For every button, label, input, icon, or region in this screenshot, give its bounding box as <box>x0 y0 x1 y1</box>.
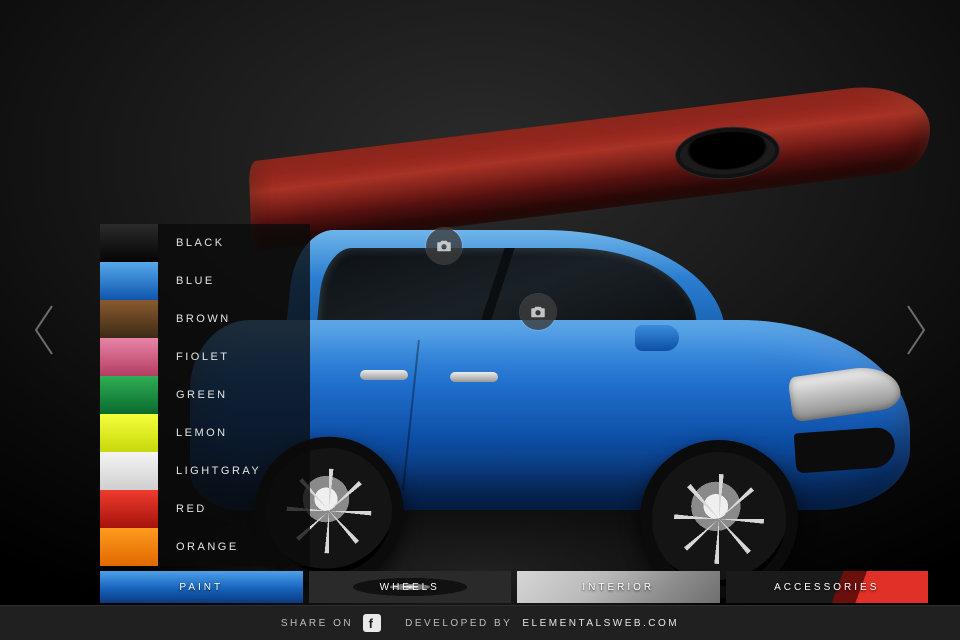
prev-view-button[interactable] <box>26 300 60 360</box>
tab-label: PAINT <box>179 582 223 593</box>
tab-label: INTERIOR <box>582 582 654 593</box>
facebook-share-button[interactable]: f <box>363 614 381 632</box>
color-option-lightgray[interactable]: LIGHTGRAY <box>100 452 310 490</box>
color-option-brown[interactable]: BROWN <box>100 300 310 338</box>
color-swatch <box>100 376 158 414</box>
camera-icon <box>435 237 453 255</box>
color-label: ORANGE <box>158 528 310 566</box>
camera-icon <box>529 303 547 321</box>
tab-paint[interactable]: PAINT <box>100 571 303 603</box>
color-label: GREEN <box>158 376 310 414</box>
kayak-accessory <box>250 120 930 210</box>
color-option-red[interactable]: RED <box>100 490 310 528</box>
color-option-black[interactable]: BLACK <box>100 224 310 262</box>
color-label: BROWN <box>158 300 310 338</box>
color-option-lemon[interactable]: LEMON <box>100 414 310 452</box>
color-swatch <box>100 224 158 262</box>
share-label: SHARE ON <box>281 618 353 629</box>
color-swatch <box>100 414 158 452</box>
developed-by-label: DEVELOPED BY <box>405 618 512 629</box>
color-option-fiolet[interactable]: FIOLET <box>100 338 310 376</box>
color-option-green[interactable]: GREEN <box>100 376 310 414</box>
color-label: BLACK <box>158 224 310 262</box>
color-label: RED <box>158 490 310 528</box>
configurator-tab-strip: PAINT WHEELS INTERIOR ACCESSORIES <box>100 571 928 603</box>
developer-link[interactable]: ELEMENTALSWEB.COM <box>522 618 679 629</box>
tab-wheels[interactable]: WHEELS <box>309 571 512 603</box>
next-view-button[interactable] <box>900 300 934 360</box>
color-swatch <box>100 452 158 490</box>
color-swatch <box>100 490 158 528</box>
color-label: BLUE <box>158 262 310 300</box>
camera-hotspot-2[interactable] <box>520 294 556 330</box>
color-label: FIOLET <box>158 338 310 376</box>
color-swatch <box>100 528 158 566</box>
tab-label: WHEELS <box>380 582 440 593</box>
color-swatch <box>100 300 158 338</box>
tab-accessories[interactable]: ACCESSORIES <box>726 571 929 603</box>
chevron-left-icon <box>28 302 58 358</box>
color-label: LIGHTGRAY <box>158 452 310 490</box>
color-option-blue[interactable]: BLUE <box>100 262 310 300</box>
camera-hotspot-1[interactable] <box>426 228 462 264</box>
color-option-orange[interactable]: ORANGE <box>100 528 310 566</box>
paint-color-panel: BLACKBLUEBROWNFIOLETGREENLEMONLIGHTGRAYR… <box>100 224 310 566</box>
tab-label: ACCESSORIES <box>774 582 879 593</box>
color-label: LEMON <box>158 414 310 452</box>
tab-interior[interactable]: INTERIOR <box>517 571 720 603</box>
footer-bar: SHARE ON f DEVELOPED BY ELEMENTALSWEB.CO… <box>0 605 960 640</box>
color-swatch <box>100 262 158 300</box>
chevron-right-icon <box>902 302 932 358</box>
color-swatch <box>100 338 158 376</box>
